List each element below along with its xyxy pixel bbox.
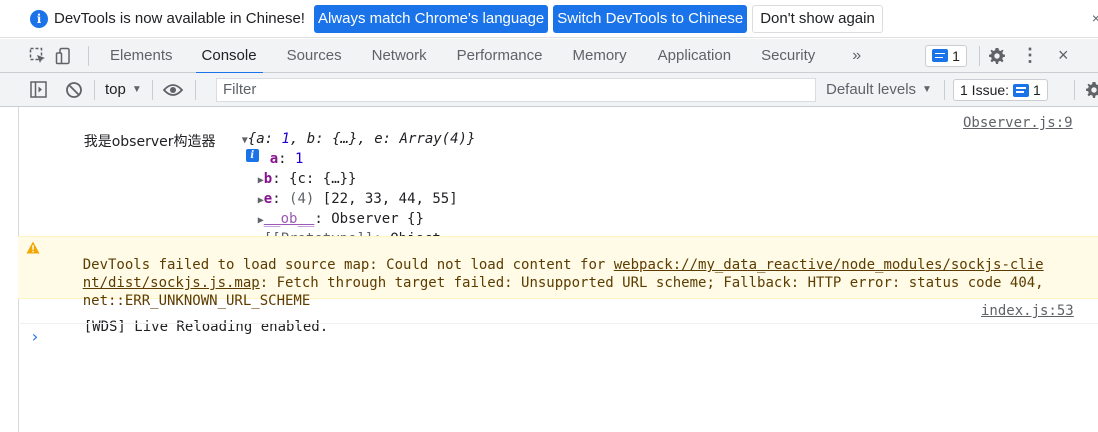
customize-menu-button[interactable]: ⋮	[1021, 39, 1039, 73]
filter-input[interactable]: Filter	[216, 78, 816, 102]
wds-text: [WDS] Live Reloading enabled.	[83, 319, 329, 335]
summary-e-key: e	[374, 131, 383, 147]
settings-gear-icon[interactable]	[987, 46, 1007, 66]
infobar-close-icon[interactable]: ×	[1092, 10, 1098, 26]
console-settings-gear-icon[interactable]	[1084, 80, 1098, 100]
message-icon	[1013, 83, 1030, 97]
message-icon	[932, 49, 949, 62]
tab-performance[interactable]: Performance	[457, 39, 543, 73]
toolbar-divider	[151, 79, 153, 100]
info-icon: i	[30, 9, 48, 28]
live-expression-eye-icon[interactable]	[162, 80, 183, 100]
clear-console-icon[interactable]	[64, 80, 84, 100]
chevron-down-icon[interactable]: ▼	[922, 84, 932, 95]
messages-badge[interactable]: 1	[925, 44, 967, 67]
log-label: 我是observer构造器	[83, 134, 216, 150]
source-link-index[interactable]: index.js:53	[981, 303, 1074, 319]
summary-e-val: Array(4)	[399, 131, 467, 147]
tab-sources[interactable]: Sources	[287, 39, 342, 73]
messages-count: 1	[952, 47, 960, 64]
console-prompt[interactable]: ›	[30, 327, 40, 346]
close-devtools-icon[interactable]: ×	[1058, 39, 1069, 73]
context-selector[interactable]: top	[105, 81, 126, 98]
switch-to-chinese-button[interactable]: Switch DevTools to Chinese	[553, 4, 748, 33]
language-infobar: i DevTools is now available in Chinese! …	[0, 0, 1098, 38]
sidebar-toggle-icon[interactable]	[28, 80, 48, 100]
tab-memory[interactable]: Memory	[573, 39, 627, 73]
warning-icon	[26, 241, 40, 259]
chevron-down-icon[interactable]: ▼	[132, 84, 142, 95]
summary-b-key: b	[306, 131, 316, 147]
toolbar-divider	[94, 79, 95, 100]
inspect-element-icon[interactable]	[28, 46, 48, 66]
always-match-language-button[interactable]: Always match Chrome's language	[313, 4, 549, 33]
issues-count: 1	[1033, 82, 1041, 98]
device-toolbar-icon[interactable]	[54, 46, 74, 66]
summary-close: }	[466, 131, 476, 147]
row-divider	[18, 323, 1098, 324]
tab-application[interactable]: Application	[658, 39, 731, 73]
more-tabs-button[interactable]: »	[852, 39, 861, 73]
devtools-tabs-bar: Elements Console Sources Network Perform…	[0, 39, 1098, 74]
console-toolbar: top ▼ Filter Default levels ▼ 1 Issue: 1	[0, 73, 1098, 107]
tab-network[interactable]: Network	[372, 39, 427, 73]
log-message-wds: [WDS] Live Reloading enabled.	[50, 303, 328, 351]
toolbar-divider	[194, 79, 196, 100]
issues-badge[interactable]: 1 Issue: 1	[953, 79, 1048, 101]
infobar-message: DevTools is now available in Chinese!	[54, 10, 305, 27]
summary-b-val: {…}	[332, 131, 358, 147]
tab-elements[interactable]: Elements	[110, 39, 173, 73]
source-link-observer[interactable]: Observer.js:9	[963, 115, 1073, 131]
log-message: 我是observer构造器	[50, 115, 216, 167]
toolbar-divider	[1074, 80, 1075, 100]
toolbar-divider	[944, 80, 945, 100]
warning-text-2: : Fetch through target failed: Unsupport…	[259, 275, 1044, 291]
toolbar-divider	[88, 45, 89, 66]
default-levels-dropdown[interactable]: Default levels	[826, 81, 916, 98]
issues-label: 1 Issue:	[960, 82, 1010, 98]
toolbar-divider	[978, 45, 980, 66]
tab-security[interactable]: Security	[761, 39, 815, 73]
dont-show-again-button[interactable]: Don't show again	[752, 4, 883, 33]
tab-console[interactable]: Console	[195, 39, 263, 74]
